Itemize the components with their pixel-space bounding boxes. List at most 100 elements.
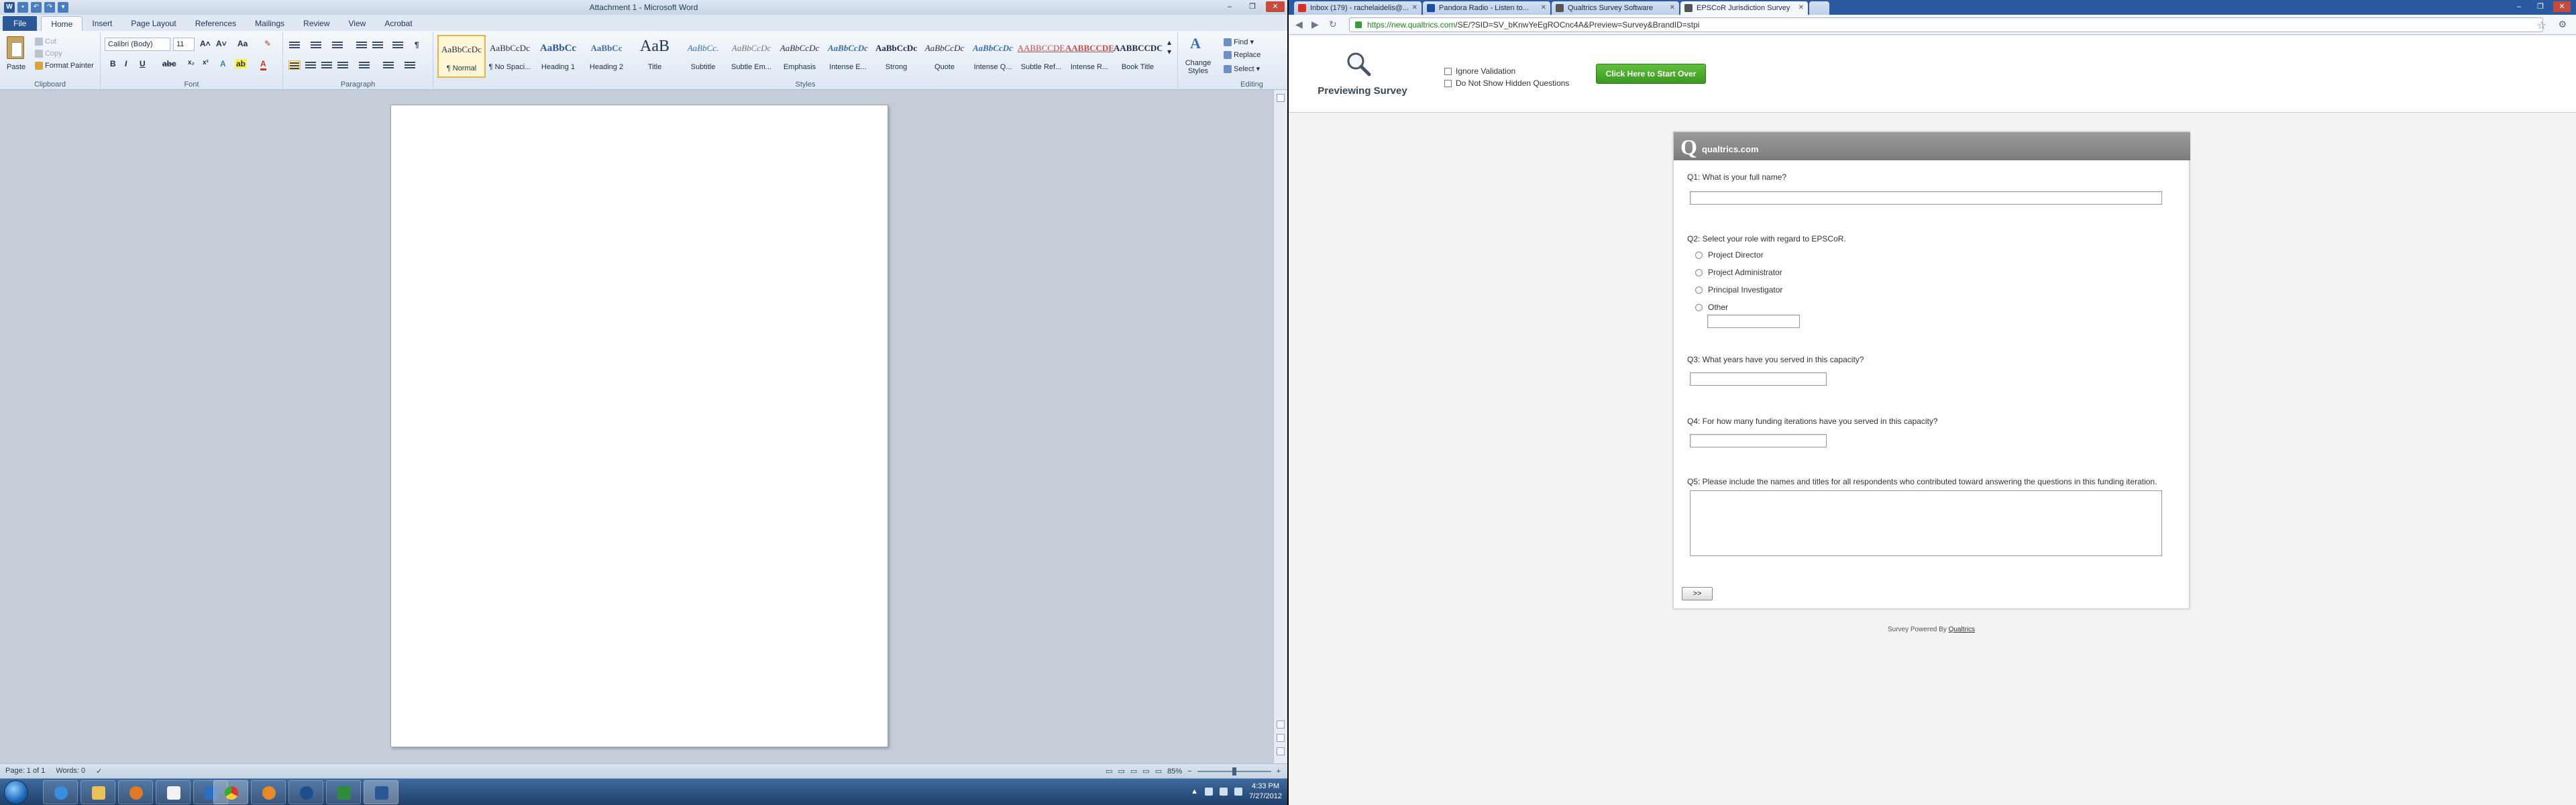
- zoom-slider[interactable]: [1197, 767, 1271, 775]
- document-page[interactable]: [390, 105, 888, 747]
- sort-icon[interactable]: [392, 40, 404, 50]
- back-icon[interactable]: ◀: [1295, 19, 1303, 30]
- numbering-icon[interactable]: [310, 40, 322, 50]
- zoom-in-icon[interactable]: +: [1277, 767, 1281, 775]
- close-button[interactable]: ✕: [1266, 1, 1285, 12]
- font-size-select[interactable]: 11: [173, 38, 195, 51]
- change-case-button[interactable]: Aa: [237, 39, 248, 48]
- tab-home[interactable]: Home: [41, 16, 83, 31]
- paste-button[interactable]: Paste: [7, 63, 25, 71]
- tab-view[interactable]: View: [339, 16, 376, 31]
- zoom-level[interactable]: 85%: [1167, 767, 1182, 775]
- start-button[interactable]: [4, 780, 28, 804]
- tab-insert[interactable]: Insert: [83, 16, 121, 31]
- align-right-icon[interactable]: [321, 60, 333, 70]
- tray-action-center-icon[interactable]: [1220, 788, 1228, 796]
- tray-expand-icon[interactable]: ▲: [1191, 788, 1198, 796]
- tab-page-layout[interactable]: Page Layout: [121, 16, 185, 31]
- restore-button[interactable]: ❐: [2532, 1, 2549, 12]
- style-subtitle[interactable]: AaBbCc. Subtitle: [679, 35, 727, 78]
- full-name-input[interactable]: [1690, 191, 2162, 205]
- clock[interactable]: 4:33 PM 7/27/2012: [1249, 782, 1282, 802]
- page-count[interactable]: Page: 1 of 1: [5, 767, 45, 775]
- shrink-font-button[interactable]: A˅: [216, 39, 227, 48]
- style-emphasis[interactable]: AaBbCcDc Emphasis: [775, 35, 824, 78]
- style-heading-1[interactable]: AaBbCc Heading 1: [534, 35, 582, 78]
- tab-close-icon[interactable]: ✕: [1670, 1, 1675, 15]
- role-option-project-director[interactable]: Project Director: [1695, 250, 1764, 260]
- forward-icon[interactable]: ▶: [1311, 19, 1319, 30]
- change-styles-button[interactable]: Change Styles: [1181, 59, 1216, 75]
- bookmark-star-icon[interactable]: ☆: [2537, 19, 2546, 32]
- close-button[interactable]: ✕: [2553, 1, 2571, 12]
- subscript-button[interactable]: x₂: [188, 59, 195, 66]
- tray-network-icon[interactable]: [1205, 788, 1214, 796]
- copy-button[interactable]: Copy: [35, 50, 62, 58]
- taskbar-explorer-icon[interactable]: [80, 780, 115, 804]
- styles-scroll-icon[interactable]: ▴ ▾: [1167, 38, 1171, 56]
- taskbar-firefox-icon[interactable]: [251, 780, 286, 804]
- multilevel-list-icon[interactable]: [331, 40, 343, 50]
- change-styles-icon[interactable]: A: [1190, 35, 1201, 52]
- role-option-principal-investigator[interactable]: Principal Investigator: [1695, 285, 1782, 294]
- style-normal[interactable]: AaBbCcDc ¶ Normal: [437, 35, 486, 78]
- align-center-icon[interactable]: [305, 60, 317, 70]
- tab-close-icon[interactable]: ✕: [1799, 1, 1804, 15]
- tab-close-icon[interactable]: ✕: [1541, 1, 1546, 15]
- view-web-layout-icon[interactable]: ▭: [1130, 767, 1137, 775]
- underline-button[interactable]: U: [140, 59, 146, 68]
- tab-pandora[interactable]: Pandora Radio - Listen to... ✕: [1423, 1, 1550, 15]
- style-no-spacing[interactable]: AaBbCcDc ¶ No Spaci...: [486, 35, 534, 78]
- ruler-toggle-icon[interactable]: [1277, 94, 1285, 102]
- tab-file[interactable]: File: [3, 16, 38, 31]
- select-button[interactable]: Select ▾: [1224, 64, 1260, 74]
- vertical-scrollbar[interactable]: [1273, 90, 1287, 763]
- tray-volume-icon[interactable]: [1234, 788, 1243, 796]
- years-served-input[interactable]: [1690, 372, 1827, 386]
- taskbar-vpn-icon[interactable]: [288, 780, 323, 804]
- view-outline-icon[interactable]: ▭: [1142, 767, 1149, 775]
- browse-object-icon[interactable]: [1277, 734, 1285, 742]
- show-formatting-icon[interactable]: ¶: [415, 40, 419, 50]
- respondents-textarea[interactable]: [1690, 490, 2162, 556]
- grow-font-button[interactable]: A˄: [200, 39, 211, 48]
- scroll-up-icon[interactable]: [1277, 720, 1285, 729]
- tab-qualtrics-software[interactable]: Qualtrics Survey Software ✕: [1552, 1, 1679, 15]
- style-subtle-reference[interactable]: AABBCCDE Subtle Ref...: [1017, 35, 1065, 78]
- style-strong[interactable]: AaBbCcDc Strong: [872, 35, 920, 78]
- role-other-input[interactable]: [1707, 315, 1800, 328]
- style-heading-2[interactable]: AaBbCc Heading 2: [582, 35, 631, 78]
- tab-mailings[interactable]: Mailings: [246, 16, 294, 31]
- role-option-project-administrator[interactable]: Project Administrator: [1695, 268, 1782, 277]
- highlight-icon[interactable]: ab: [235, 59, 248, 68]
- style-book-title[interactable]: AABBCCDC Book Title: [1114, 35, 1162, 78]
- tab-references[interactable]: References: [186, 16, 246, 31]
- next-button[interactable]: >>: [1682, 587, 1713, 600]
- superscript-button[interactable]: x²: [203, 59, 209, 66]
- style-intense-reference[interactable]: AABBCCDE Intense R...: [1065, 35, 1114, 78]
- align-left-icon[interactable]: [288, 60, 301, 70]
- scroll-down-icon[interactable]: [1277, 747, 1285, 755]
- style-quote[interactable]: AaBbCcDc Quote: [920, 35, 969, 78]
- new-tab-button[interactable]: [1809, 1, 1829, 15]
- hide-hidden-questions-checkbox[interactable]: Do Not Show Hidden Questions: [1444, 78, 1569, 88]
- clear-formatting-icon[interactable]: ✎: [264, 39, 271, 48]
- restore-button[interactable]: ❐: [1243, 1, 1262, 12]
- font-color-icon[interactable]: A: [260, 59, 266, 70]
- tab-epscor-survey[interactable]: EPSCoR Jurisdiction Survey ✕: [1680, 1, 1808, 15]
- tab-close-icon[interactable]: ✕: [1412, 1, 1417, 15]
- font-family-select[interactable]: Calibri (Body): [105, 38, 170, 51]
- justify-icon[interactable]: [337, 60, 349, 70]
- tab-review[interactable]: Review: [294, 16, 339, 31]
- taskbar-excel-icon[interactable]: [326, 780, 361, 804]
- word-count[interactable]: Words: 0: [56, 767, 85, 775]
- proofing-icon[interactable]: ✓: [96, 767, 102, 775]
- style-intense-emphasis[interactable]: AaBbCcDc Intense E...: [824, 35, 872, 78]
- view-draft-icon[interactable]: ▭: [1155, 767, 1162, 775]
- reload-icon[interactable]: ↻: [1329, 19, 1337, 30]
- borders-icon[interactable]: [404, 60, 416, 70]
- taskbar-media-player-icon[interactable]: [118, 780, 153, 804]
- ignore-validation-checkbox[interactable]: Ignore Validation: [1444, 66, 1515, 76]
- italic-button[interactable]: I: [125, 59, 127, 68]
- taskbar-ida-icon[interactable]: [156, 780, 191, 804]
